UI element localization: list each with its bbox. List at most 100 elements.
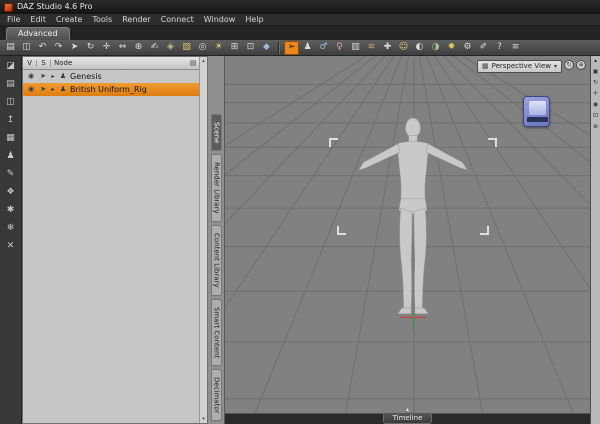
scroll-up-icon[interactable]: ▴	[594, 58, 597, 64]
tab-render-library[interactable]: Render Library	[210, 154, 222, 222]
scene-navigator-tool-icon[interactable]: ➢	[284, 40, 299, 55]
surface-selection-tool-icon[interactable]: ◈	[163, 41, 178, 55]
menu-help[interactable]: Help	[240, 15, 268, 24]
pane-tab-strip: Scene Render Library Content Library Smart …	[208, 56, 225, 424]
shaping-icon[interactable]: ◐	[412, 41, 427, 55]
selection-cursor-icon[interactable]: ➤	[37, 86, 49, 93]
male-icon[interactable]: ♂	[316, 41, 331, 55]
viewport-container: ▦ Perspective View ▾ ↻ ⊕ ▴ Timeline	[225, 56, 590, 424]
help-icon[interactable]: ?	[492, 41, 507, 55]
viewport-3d[interactable]: ▦ Perspective View ▾ ↻ ⊕	[225, 56, 590, 413]
pan-view-icon[interactable]: ✛	[593, 91, 598, 97]
scene-panel-header: V S Node ▤	[23, 57, 199, 70]
tab-decimator[interactable]: Decimator	[210, 368, 222, 422]
wardrobe-icon[interactable]: ▥	[348, 41, 363, 55]
create-camera-icon[interactable]: ⊡	[243, 41, 258, 55]
visibility-eye-icon[interactable]: ◉	[25, 86, 37, 93]
orbit-cube-icon[interactable]: ▣	[593, 69, 599, 75]
column-node[interactable]: Node	[51, 59, 187, 67]
create-null-icon[interactable]: ⊞	[227, 41, 242, 55]
node-label[interactable]: Genesis	[69, 72, 102, 81]
node-selection-tool-icon[interactable]: ➤	[67, 41, 82, 55]
export-icon[interactable]: ↥	[3, 113, 19, 128]
redo-icon[interactable]: ↷	[51, 41, 66, 55]
app-logo-icon	[4, 2, 13, 12]
rotate-view-icon[interactable]: ↻	[593, 80, 598, 86]
menu-file[interactable]: File	[2, 15, 25, 24]
open-file-icon[interactable]: ▤	[3, 41, 18, 55]
store-icon[interactable]: ◪	[3, 59, 19, 74]
zoom-view-icon[interactable]: ◉	[593, 102, 598, 108]
close-icon[interactable]: ✕	[3, 239, 19, 254]
figure-icon[interactable]: ♟	[300, 41, 315, 55]
node-label[interactable]: British Uniform_Rig	[69, 85, 147, 94]
environment-icon[interactable]: ✹	[444, 41, 459, 55]
panel-menu-icon[interactable]: ≡	[508, 41, 523, 55]
tab-content-library[interactable]: Content Library	[210, 224, 222, 296]
active-pose-tool-icon[interactable]: ✍	[147, 41, 162, 55]
hair-icon[interactable]: ≋	[364, 41, 379, 55]
scene-panel: V S Node ▤ ◉ ➤ ▸ ♟ Genesis ◉ ➤ ▸ ♟ Briti…	[22, 56, 208, 424]
scene-node-list: ◉ ➤ ▸ ♟ Genesis ◉ ➤ ▸ ♟ British Uniform_…	[23, 70, 199, 423]
scene-panel-scrollbar[interactable]: ▴ ▾	[199, 57, 207, 423]
universal-tool-icon[interactable]: ⊕	[131, 41, 146, 55]
scale-tool-icon[interactable]: ⇔	[115, 41, 130, 55]
selection-bracket	[488, 138, 497, 147]
scene-row-british-uniform-rig[interactable]: ◉ ➤ ▸ ♟ British Uniform_Rig	[23, 83, 199, 96]
female-icon[interactable]: ♀	[332, 41, 347, 55]
menu-edit[interactable]: Edit	[25, 15, 51, 24]
left-toolbar: ◪ ▤ ◫ ↥ ▦ ♟ ✎ ❖ ✱ ❄ ✕	[0, 56, 22, 424]
menu-render[interactable]: Render	[117, 15, 155, 24]
primitive-icon[interactable]: ◆	[259, 41, 274, 55]
translate-tool-icon[interactable]: ✛	[99, 41, 114, 55]
orbit-view-button[interactable]: ↻	[564, 60, 574, 70]
pose-icon[interactable]: ✚	[380, 41, 395, 55]
expression-icon[interactable]: ☺	[396, 41, 411, 55]
aim-view-icon[interactable]: ⊕	[593, 124, 598, 130]
open-icon[interactable]: ▤	[3, 77, 19, 92]
column-visibility[interactable]: V	[23, 59, 37, 67]
menu-connect[interactable]: Connect	[156, 15, 199, 24]
menu-tools[interactable]: Tools	[87, 15, 117, 24]
toolbar-separator	[278, 41, 280, 54]
expand-caret-icon[interactable]: ▸	[49, 73, 57, 80]
viewport-corner-buttons: ↻ ⊕	[564, 60, 586, 70]
visibility-eye-icon[interactable]: ◉	[25, 73, 37, 80]
figure-icon[interactable]: ♟	[3, 149, 19, 164]
scroll-up-icon[interactable]: ▴	[202, 58, 205, 64]
settings-icon[interactable]: ✱	[3, 203, 19, 218]
save-file-icon[interactable]: ◫	[19, 41, 34, 55]
script-icon[interactable]: ✐	[476, 41, 491, 55]
node-figure-icon: ♟	[59, 85, 67, 93]
aim-view-button[interactable]: ⊕	[576, 60, 586, 70]
surfaces-icon[interactable]: ❖	[3, 185, 19, 200]
panel-options-icon[interactable]: ▤	[187, 59, 199, 67]
surfaces-icon[interactable]: ◑	[428, 41, 443, 55]
spot-render-tool-icon[interactable]: ▧	[179, 41, 194, 55]
expand-caret-icon[interactable]: ▸	[49, 86, 57, 93]
view-selector-dropdown[interactable]: ▦ Perspective View ▾	[476, 60, 562, 73]
rotate-tool-icon[interactable]: ↻	[83, 41, 98, 55]
tab-smart-content[interactable]: Smart Content	[210, 298, 222, 366]
scroll-down-icon[interactable]: ▾	[202, 416, 205, 422]
render-settings-icon[interactable]: ⚙	[460, 41, 475, 55]
light-icon[interactable]: ☀	[211, 41, 226, 55]
timeline-expand-icon[interactable]: ▴	[406, 407, 409, 413]
menu-create[interactable]: Create	[51, 15, 88, 24]
tab-timeline[interactable]: Timeline	[382, 414, 433, 424]
undo-icon[interactable]: ↶	[35, 41, 50, 55]
snowflake-icon[interactable]: ❄	[3, 221, 19, 236]
selection-cursor-icon[interactable]: ➤	[37, 73, 49, 80]
tab-advanced[interactable]: Advanced	[6, 27, 70, 40]
scene-grid-icon[interactable]: ▦	[3, 131, 19, 146]
camera-icon[interactable]: ◎	[195, 41, 210, 55]
column-selection[interactable]: S	[37, 59, 51, 67]
content-item-thumbnail[interactable]	[523, 96, 550, 127]
tab-scene[interactable]: Scene	[210, 114, 222, 152]
save-icon[interactable]: ◫	[3, 95, 19, 110]
frame-view-icon[interactable]: ⊡	[593, 113, 598, 119]
menu-window[interactable]: Window	[199, 15, 241, 24]
toolbar-group-2: ➢ ♟ ♂ ♀ ▥ ≋ ✚ ☺ ◐ ◑ ✹ ⚙ ✐? ≡	[284, 40, 523, 55]
scene-row-genesis[interactable]: ◉ ➤ ▸ ♟ Genesis	[23, 70, 199, 83]
edit-icon[interactable]: ✎	[3, 167, 19, 182]
